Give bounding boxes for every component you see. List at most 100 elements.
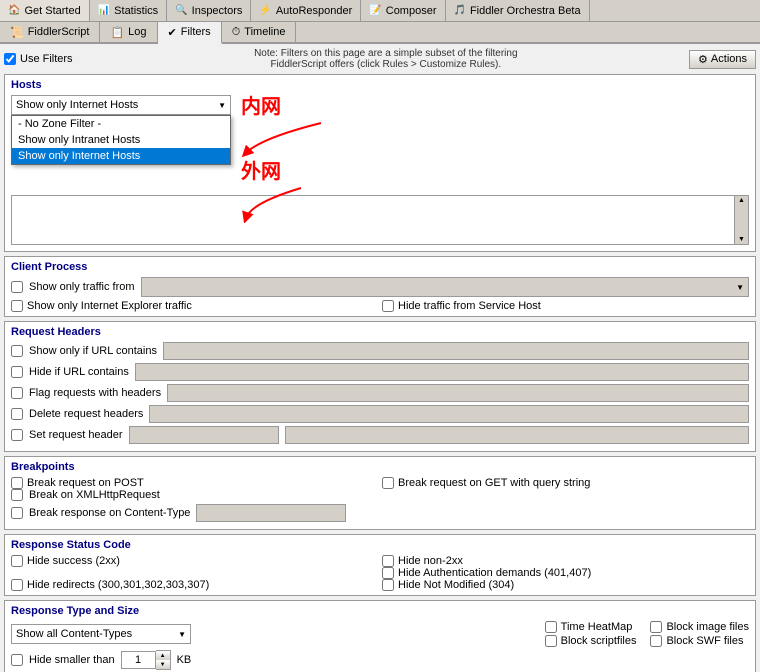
request-headers-section: Request Headers Show only if URL contain… — [4, 321, 756, 452]
break-response-label: Break response on Content-Type — [29, 507, 190, 519]
inspect-icon: 🔍 — [175, 5, 187, 16]
music-icon: 🎵 — [454, 5, 466, 16]
show-url-row: Show only if URL contains — [11, 342, 749, 360]
pencil-icon: 📝 — [369, 5, 381, 16]
block-swf-checkbox[interactable] — [650, 635, 662, 647]
toolbar: Use Filters Note: Filters on this page a… — [4, 48, 756, 70]
flag-headers-checkbox[interactable] — [11, 387, 23, 399]
show-traffic-checkbox[interactable] — [11, 281, 23, 293]
actions-icon: ⚙ — [698, 53, 708, 66]
chart-icon: 📊 — [98, 5, 110, 16]
hide-2xx-checkbox[interactable] — [11, 555, 23, 567]
break-response-row: Break response on Content-Type — [11, 504, 749, 522]
log-icon: 📋 — [110, 26, 124, 39]
client-process-section: Client Process Show only traffic from ▼ … — [4, 256, 756, 317]
hide-service-checkbox[interactable] — [382, 300, 394, 312]
tab-log[interactable]: 📋 Log — [100, 22, 157, 42]
block-swf-label: Block SWF files — [666, 635, 743, 647]
hide-not-modified-checkbox[interactable] — [382, 579, 394, 591]
set-header-name-input[interactable] — [129, 426, 279, 444]
hide-non2xx-checkbox[interactable] — [382, 555, 394, 567]
actions-button[interactable]: ⚙ Actions — [689, 50, 756, 69]
set-header-checkbox[interactable] — [11, 429, 23, 441]
hide-smaller-down-button[interactable]: ▼ — [156, 660, 170, 669]
tab-autoresponder[interactable]: ⚡ AutoResponder — [251, 0, 361, 21]
hide-smaller-up-button[interactable]: ▲ — [156, 651, 170, 660]
hide-non2xx-label: Hide non-2xx — [398, 555, 463, 567]
block-script-checkbox[interactable] — [545, 635, 557, 647]
show-ie-checkbox[interactable] — [11, 300, 23, 312]
breakpoints-label: Breakpoints — [11, 461, 749, 473]
break-get-item: Break request on GET with query string — [382, 477, 749, 489]
tab-filters[interactable]: ✔ Filters — [158, 22, 222, 44]
set-header-row: Set request header — [11, 426, 749, 444]
content-type-arrow-icon: ▼ — [178, 630, 186, 639]
show-url-checkbox[interactable] — [11, 345, 23, 357]
hide-smaller-checkbox[interactable] — [11, 654, 23, 666]
use-filters-checkbox[interactable] — [4, 53, 16, 65]
break-response-checkbox[interactable] — [11, 507, 23, 519]
hosts-content: Show only Internet Hosts ▼ - No Zone Fil… — [11, 95, 749, 245]
hosts-scroll-up[interactable]: ▲ — [738, 197, 745, 204]
block-script-label: Block scriptfiles — [561, 635, 637, 647]
block-options: Time HeatMap Block scriptfiles — [545, 621, 637, 647]
response-type-label: Response Type and Size — [11, 605, 749, 617]
clock-icon: ⏱ — [232, 26, 241, 39]
hide-2xx-label: Hide success (2xx) — [27, 555, 120, 567]
tab-statistics[interactable]: 📊 Statistics — [90, 0, 167, 21]
hosts-textarea[interactable] — [12, 196, 734, 244]
hide-auth-label: Hide Authentication demands (401,407) — [398, 567, 591, 579]
break-post-checkbox[interactable] — [11, 477, 23, 489]
hide-smaller-input[interactable] — [121, 651, 156, 669]
annotation-internet-text: 外网 — [241, 161, 281, 183]
set-header-value-input[interactable] — [285, 426, 749, 444]
tab-composer[interactable]: 📝 Composer — [361, 0, 445, 21]
breakpoints-section: Breakpoints Break request on POST Break … — [4, 456, 756, 530]
block-image-label: Block image files — [666, 621, 749, 633]
hide-redirects-checkbox[interactable] — [11, 579, 23, 591]
annotation-internet-container: 外网 — [241, 155, 281, 184]
block-image-checkbox[interactable] — [650, 621, 662, 633]
status-row1: Hide success (2xx) Hide non-2xx — [11, 555, 749, 567]
tab-fiddlerscript[interactable]: 📜 FiddlerScript — [0, 22, 100, 42]
delete-headers-checkbox[interactable] — [11, 408, 23, 420]
main-content: Use Filters Note: Filters on this page a… — [0, 44, 760, 672]
tab-fiddler-orchestra[interactable]: 🎵 Fiddler Orchestra Beta — [446, 0, 590, 21]
set-header-label: Set request header — [29, 429, 123, 441]
block-image-item: Block image files — [650, 621, 749, 633]
show-ie-label: Show only Internet Explorer traffic — [27, 300, 192, 312]
break-xml-checkbox[interactable] — [11, 489, 23, 501]
arrow-intranet — [241, 118, 401, 158]
annotation-intranet-text: 内网 — [241, 96, 281, 118]
hosts-scroll-down[interactable]: ▼ — [738, 236, 745, 243]
hide-url-checkbox[interactable] — [11, 366, 23, 378]
hide-url-input[interactable] — [135, 363, 749, 381]
process-dropdown[interactable]: ▼ — [141, 277, 749, 297]
show-url-input[interactable] — [163, 342, 749, 360]
hosts-textarea-container: ▲ ▼ — [11, 195, 749, 245]
tab-get-started[interactable]: 🏠 Get Started — [0, 0, 90, 21]
block-swf-item: Block SWF files — [650, 635, 749, 647]
flag-headers-label: Flag requests with headers — [29, 387, 161, 399]
break-get-checkbox[interactable] — [382, 477, 394, 489]
content-type-dropdown[interactable]: Show all Content-Types ▼ — [11, 624, 191, 644]
home-icon: 🏠 — [8, 5, 20, 16]
hide-not-modified-label: Hide Not Modified (304) — [398, 579, 514, 591]
flag-headers-input[interactable] — [167, 384, 749, 402]
delete-headers-input[interactable] — [149, 405, 749, 423]
hide-auth-container: Hide Authentication demands (401,407) — [382, 567, 749, 579]
dropdown-item-internet[interactable]: Show only Internet Hosts — [12, 148, 230, 164]
show-traffic-row: Show only traffic from ▼ — [11, 277, 749, 297]
hide-auth-checkbox[interactable] — [382, 567, 394, 579]
hide-smaller-arrows: ▲ ▼ — [156, 650, 171, 670]
hosts-dropdown[interactable]: Show only Internet Hosts ▼ — [11, 95, 231, 115]
dropdown-item-no-zone[interactable]: - No Zone Filter - — [12, 116, 230, 132]
tab-timeline[interactable]: ⏱ Timeline — [222, 22, 297, 42]
hide-auth-item — [11, 567, 378, 579]
time-heatmap-checkbox[interactable] — [545, 621, 557, 633]
break-response-input[interactable] — [196, 504, 346, 522]
show-url-label: Show only if URL contains — [29, 345, 157, 357]
dropdown-item-intranet[interactable]: Show only Intranet Hosts — [12, 132, 230, 148]
hide-smaller-kb-label: KB — [177, 654, 192, 666]
tab-inspectors[interactable]: 🔍 Inspectors — [167, 0, 251, 21]
